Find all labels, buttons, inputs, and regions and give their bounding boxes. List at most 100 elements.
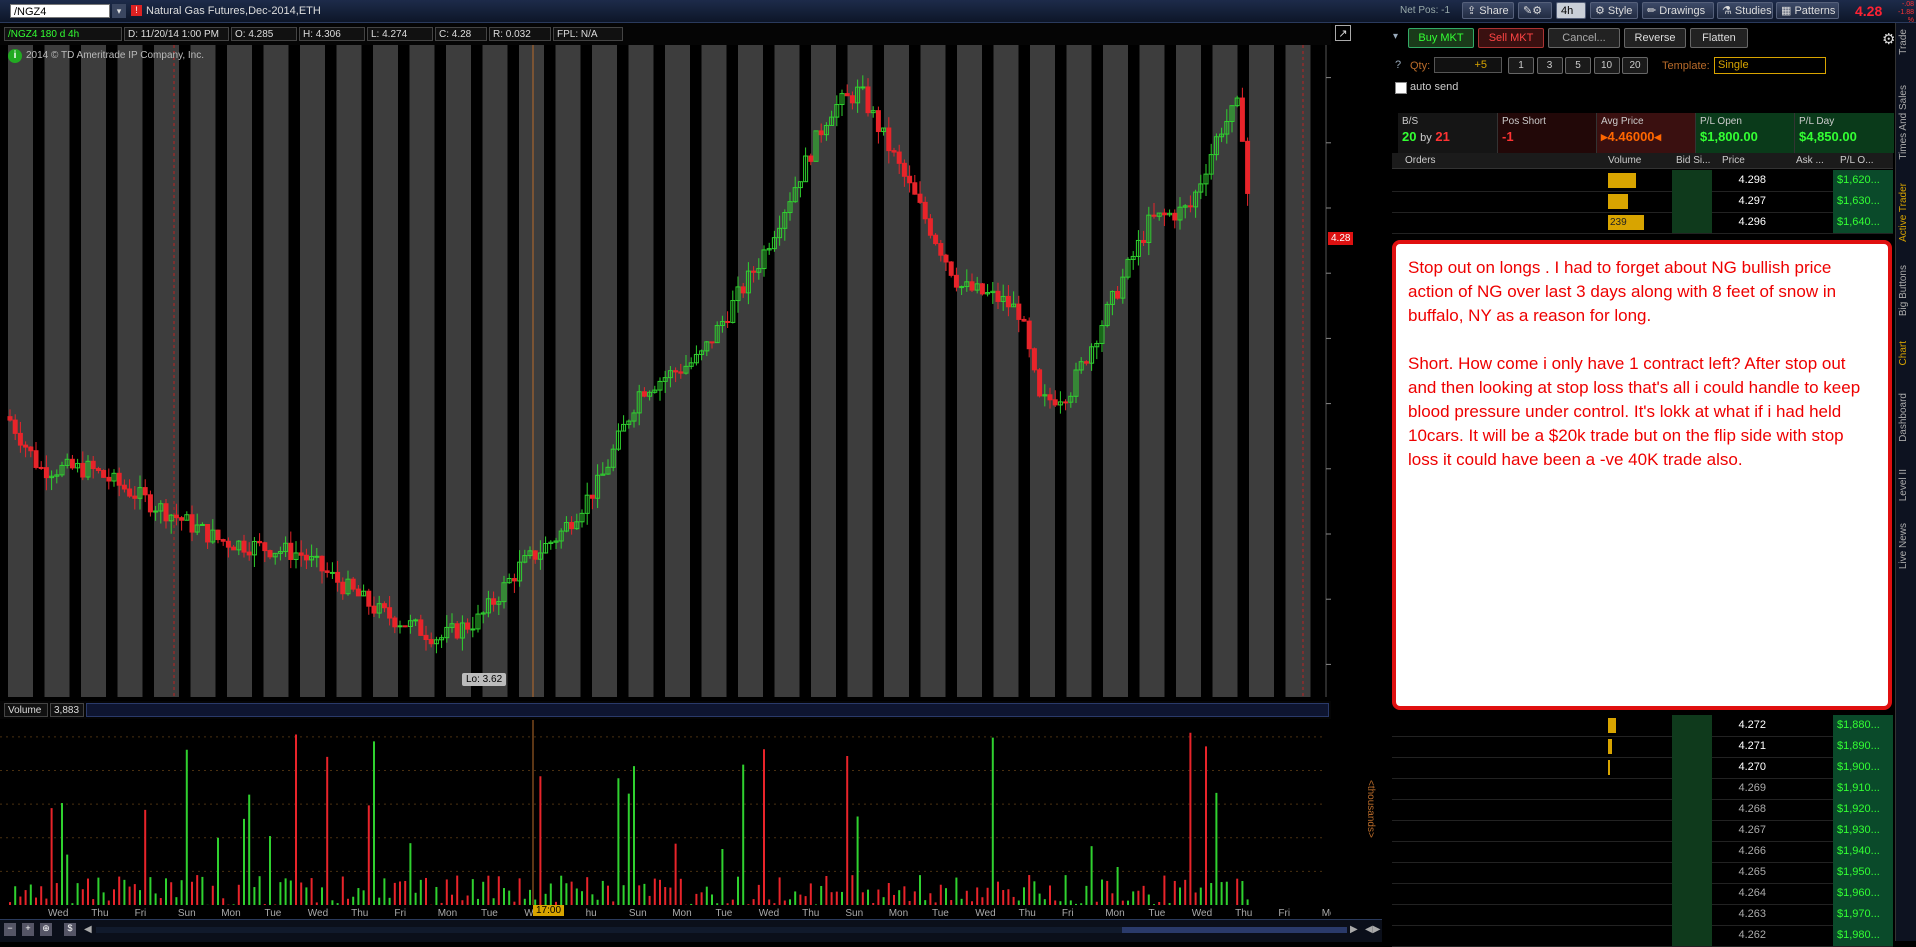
ladder-price[interactable]: 4.296 bbox=[1714, 212, 1770, 233]
ladder-column-header[interactable]: Bid Si... bbox=[1676, 155, 1710, 166]
ladder-column-header[interactable]: Orders bbox=[1405, 155, 1436, 166]
collapse-icon[interactable]: ▾ bbox=[1393, 31, 1398, 42]
share-button[interactable]: ⇪ Share bbox=[1462, 2, 1514, 19]
side-tab[interactable]: Dashboard bbox=[1898, 393, 1909, 442]
volume-chart[interactable]: 10080604020 bbox=[0, 720, 1331, 905]
bid-size-cell[interactable] bbox=[1672, 862, 1712, 883]
gear-icon[interactable]: ⚙ bbox=[1882, 30, 1895, 48]
ladder-price[interactable]: 4.268 bbox=[1714, 799, 1770, 820]
help-icon[interactable]: ? bbox=[1395, 59, 1401, 71]
sell-mkt-button[interactable]: Sell MKT bbox=[1478, 28, 1544, 48]
bid-size-cell[interactable] bbox=[1672, 904, 1712, 925]
ladder-row[interactable]: 4.271 $1,890... bbox=[1392, 736, 1893, 758]
ladder-price[interactable]: 4.264 bbox=[1714, 883, 1770, 904]
price-chart[interactable]: 4.54.44.34.24.143.93.83.73.6 bbox=[0, 45, 1331, 697]
expand-time-icon[interactable]: ◀▶ bbox=[1365, 924, 1380, 935]
ladder-price[interactable]: 4.267 bbox=[1714, 820, 1770, 841]
bid-size-cell[interactable] bbox=[1672, 212, 1712, 233]
flatten-button[interactable]: Flatten bbox=[1690, 28, 1748, 48]
symbol-dropdown-icon[interactable]: ▾ bbox=[112, 4, 126, 18]
ladder-price[interactable]: 4.266 bbox=[1714, 841, 1770, 862]
bid-size-cell[interactable] bbox=[1672, 883, 1712, 904]
ladder-column-header[interactable]: Ask ... bbox=[1796, 155, 1824, 166]
reverse-button[interactable]: Reverse bbox=[1624, 28, 1686, 48]
side-tab[interactable]: Active Trader bbox=[1898, 183, 1909, 242]
buy-mkt-button[interactable]: Buy MKT bbox=[1408, 28, 1474, 48]
chart-symbol-label[interactable]: /NGZ4 180 d 4h bbox=[4, 27, 122, 41]
qty-preset-button[interactable]: 5 bbox=[1565, 57, 1591, 74]
timeframe-button[interactable]: 4h bbox=[1556, 2, 1586, 19]
cancel-button[interactable]: Cancel... bbox=[1548, 28, 1620, 48]
drawings-button[interactable]: ✏ Drawings bbox=[1642, 2, 1714, 19]
ladder-row[interactable]: 4.267 $1,930... bbox=[1392, 820, 1893, 842]
bid-size-cell[interactable] bbox=[1672, 841, 1712, 862]
dollar-icon[interactable]: $ bbox=[64, 923, 76, 936]
style-button[interactable]: ⚙ Style bbox=[1590, 2, 1638, 19]
scrollbar-thumb[interactable] bbox=[1122, 927, 1347, 933]
bid-size-cell[interactable] bbox=[1672, 736, 1712, 757]
scroll-right-icon[interactable]: ▶ bbox=[1350, 924, 1358, 935]
studies-button[interactable]: ⚗ Studies bbox=[1717, 2, 1773, 19]
ladder-row[interactable]: 4.269 $1,910... bbox=[1392, 778, 1893, 800]
ladder-price[interactable]: 4.272 bbox=[1714, 715, 1770, 736]
ladder-row[interactable]: 4.263 $1,970... bbox=[1392, 904, 1893, 926]
side-tab[interactable]: Trade bbox=[1898, 29, 1909, 55]
info-icon[interactable]: i bbox=[8, 49, 22, 63]
bid-size-cell[interactable] bbox=[1672, 170, 1712, 191]
auto-send-checkbox[interactable] bbox=[1395, 82, 1407, 94]
ladder-price[interactable]: 4.265 bbox=[1714, 862, 1770, 883]
candle-body bbox=[121, 484, 127, 490]
symbol-input[interactable]: /NGZ4 bbox=[10, 4, 110, 18]
alert-flag-icon[interactable]: ! bbox=[131, 5, 142, 16]
ladder-column-header[interactable]: Price bbox=[1722, 155, 1745, 166]
ladder-row[interactable]: 4.264 $1,960... bbox=[1392, 883, 1893, 905]
bid-size-cell[interactable] bbox=[1672, 191, 1712, 212]
ladder-price[interactable]: 4.263 bbox=[1714, 904, 1770, 925]
chart-scrollbar[interactable] bbox=[96, 927, 1347, 933]
volume-profile-bar bbox=[1608, 739, 1612, 754]
scroll-left-icon[interactable]: ◀ bbox=[84, 924, 92, 935]
qty-preset-button[interactable]: 20 bbox=[1622, 57, 1648, 74]
bid-size-cell[interactable] bbox=[1672, 778, 1712, 799]
ladder-price[interactable]: 4.271 bbox=[1714, 736, 1770, 757]
ladder-row[interactable]: 4.266 $1,940... bbox=[1392, 841, 1893, 863]
ladder-row[interactable]: 4.265 $1,950... bbox=[1392, 862, 1893, 884]
side-tab[interactable]: Big Buttons bbox=[1898, 265, 1909, 316]
ladder-price[interactable]: 4.269 bbox=[1714, 778, 1770, 799]
bid-size-cell[interactable] bbox=[1672, 757, 1712, 778]
side-tab[interactable]: Level II bbox=[1898, 469, 1909, 501]
zoom-out-icon[interactable]: − bbox=[4, 923, 16, 936]
side-tab[interactable]: Live News bbox=[1898, 523, 1909, 569]
ladder-price[interactable]: 4.298 bbox=[1714, 170, 1770, 191]
bid-size-cell[interactable] bbox=[1672, 799, 1712, 820]
zoom-in-icon[interactable]: + bbox=[22, 923, 34, 936]
ladder-row[interactable]: 4.270 $1,900... bbox=[1392, 757, 1893, 779]
ladder-row[interactable]: 4.268 $1,920... bbox=[1392, 799, 1893, 821]
ladder-row[interactable]: 4.298 $1,620... bbox=[1392, 170, 1893, 192]
side-tab[interactable]: Chart bbox=[1898, 341, 1909, 365]
ladder-price[interactable]: 4.262 bbox=[1714, 925, 1770, 946]
expand-icon[interactable]: ↗ bbox=[1335, 25, 1351, 41]
qty-input[interactable]: +5 bbox=[1434, 57, 1502, 73]
ladder-row[interactable]: 4.262 $1,980... bbox=[1392, 925, 1893, 947]
ladder-column-header[interactable]: P/L O... bbox=[1840, 155, 1874, 166]
template-select[interactable]: Single bbox=[1714, 57, 1826, 74]
ladder-price[interactable]: 4.297 bbox=[1714, 191, 1770, 212]
ladder-row[interactable]: 4.272 $1,880... bbox=[1392, 715, 1893, 737]
side-tab[interactable]: Times And Sales bbox=[1898, 85, 1909, 160]
qty-preset-button[interactable]: 1 bbox=[1508, 57, 1534, 74]
volume-label: Volume bbox=[4, 703, 48, 717]
ladder-row[interactable]: 4.297 $1,630... bbox=[1392, 191, 1893, 213]
qty-preset-button[interactable]: 10 bbox=[1593, 57, 1620, 74]
qty-preset-button[interactable]: 3 bbox=[1536, 57, 1563, 74]
ladder-row[interactable]: 239 4.296 $1,640... bbox=[1392, 212, 1893, 234]
session-band bbox=[811, 45, 836, 697]
bid-size-cell[interactable] bbox=[1672, 715, 1712, 736]
patterns-button[interactable]: ▦ Patterns bbox=[1776, 2, 1839, 19]
settings-icon[interactable]: ✎⚙ bbox=[1518, 2, 1552, 19]
ladder-column-header[interactable]: Volume bbox=[1608, 155, 1641, 166]
crosshair-icon[interactable]: ⊕ bbox=[40, 923, 52, 936]
bid-size-cell[interactable] bbox=[1672, 925, 1712, 946]
ladder-price[interactable]: 4.270 bbox=[1714, 757, 1770, 778]
bid-size-cell[interactable] bbox=[1672, 820, 1712, 841]
